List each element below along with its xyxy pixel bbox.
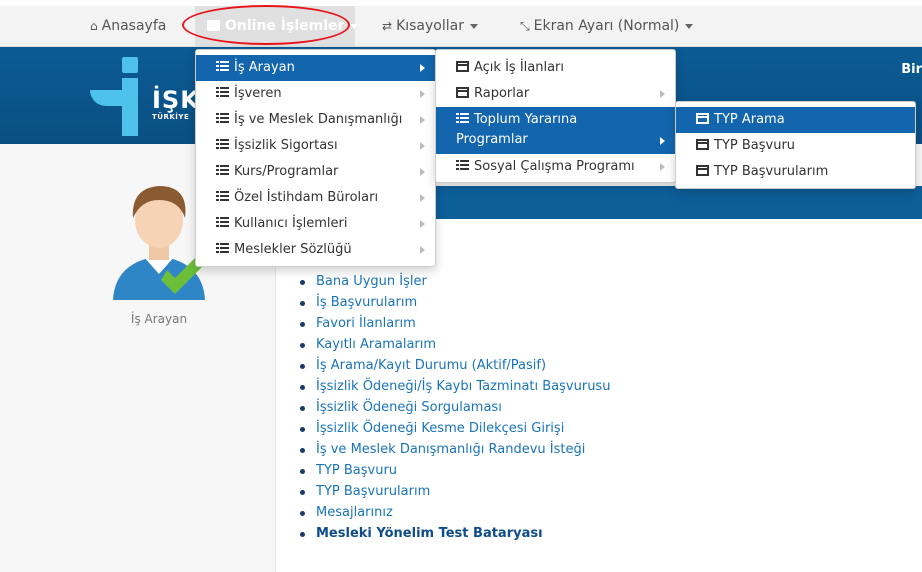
expand-icon: ⤡	[520, 19, 530, 33]
link-issizlik-odenegi-basvurusu[interactable]: İşsizlik Ödeneği/İş Kaybı Tazminatı Başv…	[300, 376, 610, 397]
menu-typ-arama[interactable]: TYP Arama	[676, 107, 915, 133]
nav-ekran-label: Ekran Ayarı (Normal)	[533, 18, 680, 34]
nav-online-label: Online İşlemler	[225, 18, 345, 34]
nav-home[interactable]: ⌂ Anasayfa	[90, 6, 166, 46]
menu-typ-basvuru[interactable]: TYP Başvuru	[676, 133, 915, 159]
menu-danismanlik[interactable]: İş ve Meslek Danışmanlığı	[196, 107, 435, 133]
is-arayan-submenu: Açık İş İlanları Raporlar Toplum Yararın…	[435, 49, 676, 183]
link-issizlik-odenegi-sorgulamasi[interactable]: İşsizlik Ödeneği Sorgulaması	[300, 397, 610, 418]
chevron-right-icon	[420, 220, 425, 228]
logo-dot	[122, 57, 138, 73]
link-typ-basvuru[interactable]: TYP Başvuru	[300, 460, 610, 481]
menu-typ-basvurularim[interactable]: TYP Başvurularım	[676, 159, 915, 185]
quick-links-list: Bana Uygun İşler İş Başvurularım Favori …	[300, 271, 610, 544]
link-mesajlariniz[interactable]: Mesajlarınız	[300, 502, 610, 523]
caret-down-icon	[469, 23, 478, 29]
link-kayitli-aramalarim[interactable]: Kayıtlı Aramalarım	[300, 334, 610, 355]
list-icon	[216, 139, 229, 150]
window-icon	[696, 139, 709, 150]
menu-ozel-istihdam[interactable]: Özel İstihdam Büroları	[196, 185, 435, 211]
window-icon	[456, 87, 469, 98]
nav-online-islemler[interactable]: Online İşlemler	[195, 6, 359, 46]
chevron-right-icon	[420, 142, 425, 150]
nav-home-label: Anasayfa	[101, 18, 167, 34]
chevron-right-icon	[420, 64, 425, 72]
list-icon	[216, 243, 229, 254]
link-typ-basvurularim[interactable]: TYP Başvurularım	[300, 481, 610, 502]
list-icon	[216, 217, 229, 228]
menu-kullanici-islemleri[interactable]: Kullanıcı İşlemleri	[196, 211, 435, 237]
list-icon	[456, 160, 469, 171]
avatar-label: İş Arayan	[130, 312, 188, 326]
logo-text: İŞK	[152, 86, 200, 114]
link-is-arama-kayit-durumu[interactable]: İş Arama/Kayıt Durumu (Aktif/Pasif)	[300, 355, 610, 376]
banner-right-text: Bir	[901, 62, 922, 77]
menu-kurs-programlar[interactable]: Kurs/Programlar	[196, 159, 435, 185]
menu-issizlik-sigortasi[interactable]: İşsizlik Sigortası	[196, 133, 435, 159]
caret-down-icon	[350, 23, 359, 29]
menu-acik-is-ilanlari[interactable]: Açık İş İlanları	[436, 55, 675, 81]
nav-kisayollar-label: Kısayollar	[396, 18, 464, 34]
chevron-right-icon	[660, 90, 665, 98]
link-is-basvurularim[interactable]: İş Başvurularım	[300, 292, 610, 313]
window-icon	[696, 165, 709, 176]
link-kesme-dilekcesi[interactable]: İşsizlik Ödeneği Kesme Dilekçesi Girişi	[300, 418, 610, 439]
logo-stem	[122, 78, 138, 136]
link-mesleki-yonelim[interactable]: Mesleki Yönelim Test Bataryası	[300, 523, 610, 544]
menu-isveren[interactable]: İşveren	[196, 81, 435, 107]
link-bana-uygun-isler[interactable]: Bana Uygun İşler	[300, 271, 610, 292]
caret-down-icon	[685, 23, 694, 29]
menu-raporlar[interactable]: Raporlar	[436, 81, 675, 107]
home-icon: ⌂	[90, 19, 98, 33]
window-icon	[456, 61, 469, 72]
chevron-right-icon	[660, 163, 665, 171]
chevron-right-icon	[420, 90, 425, 98]
logo-subtitle: TÜRKİYE	[152, 113, 190, 121]
menu-is-arayan[interactable]: İş Arayan	[196, 55, 435, 81]
nav-ekran-ayari[interactable]: ⤡ Ekran Ayarı (Normal)	[520, 6, 694, 46]
window-icon	[696, 113, 709, 124]
chevron-right-icon	[420, 168, 425, 176]
list-icon	[216, 165, 229, 176]
menu-meslekler-sozlugu[interactable]: Meslekler Sözlüğü	[196, 237, 435, 263]
list-icon	[216, 191, 229, 202]
list-icon	[216, 61, 229, 72]
chevron-right-icon	[420, 246, 425, 254]
list-icon	[456, 113, 469, 124]
link-randevu-istegi[interactable]: İş ve Meslek Danışmanlığı Randevu İsteği	[300, 439, 610, 460]
shuffle-icon: ⇄	[382, 19, 393, 33]
menu-sosyal-calisma[interactable]: Sosyal Çalışma Programı	[436, 154, 675, 180]
window-icon	[207, 20, 220, 31]
chevron-right-icon	[420, 116, 425, 124]
link-favori-ilanlarim[interactable]: Favori İlanlarım	[300, 313, 610, 334]
nav-kisayollar[interactable]: ⇄ Kısayollar	[382, 6, 478, 46]
online-islemler-menu: İş Arayan İşveren İş ve Meslek Danışmanl…	[195, 49, 436, 267]
chevron-right-icon	[420, 194, 425, 202]
chevron-right-icon	[660, 137, 665, 145]
list-icon	[216, 87, 229, 98]
menu-toplum-yararina-programlar[interactable]: Toplum Yararına Programlar	[436, 107, 675, 154]
list-icon	[216, 113, 229, 124]
typ-submenu: TYP Arama TYP Başvuru TYP Başvurularım	[675, 101, 916, 189]
